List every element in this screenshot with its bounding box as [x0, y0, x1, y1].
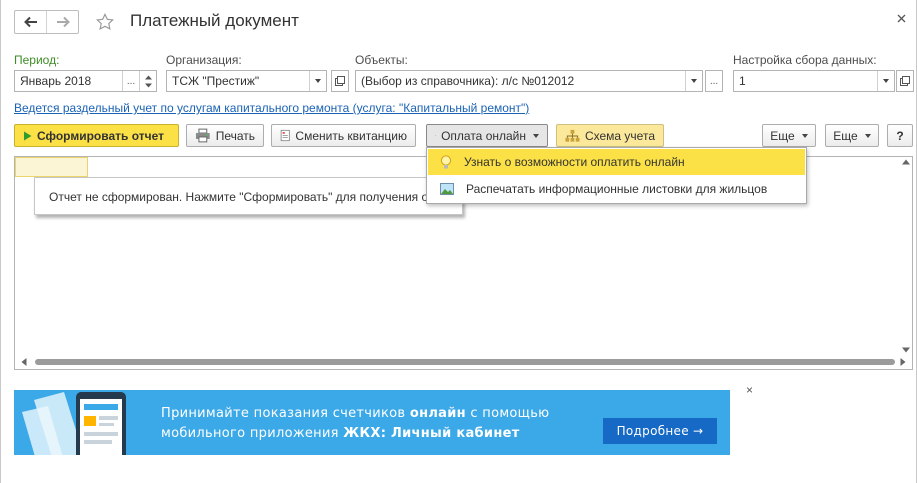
objects-label: Объекты:: [355, 53, 408, 67]
chevron-down-icon: [691, 79, 697, 83]
stepper-down-icon: [144, 83, 152, 87]
ellipsis-icon: ...: [126, 75, 136, 87]
window: Платежный документ Период: Организация: …: [0, 0, 917, 483]
objects-value[interactable]: (Выбор из справочника): л/с №012012: [356, 71, 685, 91]
settings-label: Настройка сбора данных:: [733, 53, 877, 67]
online-payment-dropdown[interactable]: Оплата онлайн: [426, 124, 548, 147]
organization-value[interactable]: ТСЖ "Престиж": [167, 71, 309, 91]
banner-line2-bold: ЖКХ: Личный кабинет: [343, 426, 520, 441]
horizontal-scrollbar[interactable]: [15, 355, 912, 369]
generate-report-label: Сформировать отчет: [37, 128, 165, 143]
chevron-down-icon: [883, 79, 889, 83]
banner-more-button[interactable]: Подробнее →: [603, 418, 717, 444]
banner-line2-pre: мобильного приложения: [161, 426, 344, 441]
page-title: Платежный документ: [130, 11, 299, 30]
banner-line1-pre: Принимайте показания счетчиков: [161, 406, 410, 421]
period-label: Период:: [14, 53, 60, 67]
document-pen-icon: [435, 135, 437, 136]
period-stepper[interactable]: [139, 71, 156, 91]
scroll-right-icon[interactable]: [900, 358, 906, 366]
capital-repair-link[interactable]: Ведется раздельный учет по услугам капит…: [14, 101, 529, 115]
menu-item-label: Узнать о возможности оплатить онлайн: [464, 155, 685, 169]
more-label-2: Еще: [833, 128, 858, 143]
organization-open-button[interactable]: [331, 70, 349, 92]
menu-item-learn-online-payment[interactable]: Узнать о возможности оплатить онлайн: [428, 149, 805, 175]
ellipsis-icon: ...: [709, 75, 719, 87]
generate-report-button[interactable]: Сформировать отчет: [14, 124, 179, 147]
accounting-scheme-label: Схема учета: [584, 128, 655, 143]
close-window-button[interactable]: [894, 11, 908, 25]
settings-open-button[interactable]: [896, 70, 914, 92]
organization-dropdown-button[interactable]: [309, 71, 326, 91]
settings-dropdown-button[interactable]: [877, 71, 894, 91]
print-button[interactable]: Печать: [186, 124, 264, 147]
hierarchy-icon: [565, 129, 580, 142]
chevron-down-icon: [864, 133, 871, 138]
chevron-down-icon: [801, 133, 808, 138]
period-select-button[interactable]: ...: [122, 71, 139, 91]
online-payment-label: Оплата онлайн: [441, 128, 526, 143]
banner-line1-post: с помощью: [465, 406, 550, 421]
report-not-generated-notice: Отчет не сформирован. Нажмите "Сформиров…: [34, 177, 463, 215]
period-field[interactable]: Январь 2018 ...: [14, 70, 157, 92]
online-payment-menu: Узнать о возможности оплатить онлайн Рас…: [426, 147, 807, 204]
objects-select-button[interactable]: ...: [705, 70, 723, 92]
print-label: Печать: [215, 128, 255, 143]
stepper-up-icon: [144, 75, 152, 79]
banner-line1-bold: онлайн: [409, 406, 466, 421]
arrow-left-icon: [23, 16, 37, 28]
chevron-down-icon: [315, 79, 321, 83]
help-button[interactable]: ?: [887, 124, 913, 147]
change-receipt-label: Сменить квитанцию: [295, 128, 407, 143]
more-label-1: Еще: [770, 128, 795, 143]
help-label: ?: [896, 128, 904, 143]
arrow-right-icon: [56, 16, 70, 28]
printer-icon: [195, 128, 210, 143]
banner-close-button[interactable]: ×: [746, 383, 753, 397]
image-icon: [440, 183, 454, 195]
change-receipt-button[interactable]: Сменить квитанцию: [271, 124, 416, 147]
scroll-down-icon[interactable]: [902, 347, 910, 353]
organization-field[interactable]: ТСЖ "Престиж": [166, 70, 327, 92]
menu-item-label: Распечатать информационные листовки для …: [466, 182, 768, 196]
objects-field[interactable]: (Выбор из справочника): л/с №012012: [355, 70, 703, 92]
receipt-icon: [280, 129, 290, 142]
banner-text: Принимайте показания счетчиков онлайн с …: [161, 404, 549, 444]
favorite-button[interactable]: [94, 11, 116, 33]
open-form-icon: [900, 76, 910, 86]
promo-banner[interactable]: Принимайте показания счетчиков онлайн с …: [14, 390, 730, 455]
more-button-1[interactable]: Еще: [762, 124, 816, 147]
menu-item-print-leaflets[interactable]: Распечатать информационные листовки для …: [428, 176, 805, 202]
lightbulb-icon: [440, 154, 452, 168]
settings-field[interactable]: 1: [733, 70, 895, 92]
navigation-group: [14, 10, 79, 34]
back-button[interactable]: [15, 11, 46, 33]
more-button-2[interactable]: Еще: [825, 124, 879, 147]
organization-label: Организация:: [166, 53, 242, 67]
scrollbar-thumb[interactable]: [35, 359, 895, 365]
play-icon: [24, 131, 32, 140]
period-value[interactable]: Январь 2018: [15, 71, 122, 91]
forward-button[interactable]: [46, 11, 78, 33]
mobile-app-illustration: [22, 392, 126, 455]
accounting-scheme-button[interactable]: Схема учета: [556, 124, 664, 147]
close-icon: [897, 14, 905, 22]
chevron-down-icon: [533, 133, 539, 138]
settings-value[interactable]: 1: [734, 71, 877, 91]
selected-cell[interactable]: [15, 157, 88, 177]
scroll-left-icon[interactable]: [21, 358, 27, 366]
objects-dropdown-button[interactable]: [685, 71, 702, 91]
scroll-up-icon[interactable]: [902, 159, 910, 165]
star-icon: [96, 13, 114, 31]
open-form-icon: [335, 76, 345, 86]
